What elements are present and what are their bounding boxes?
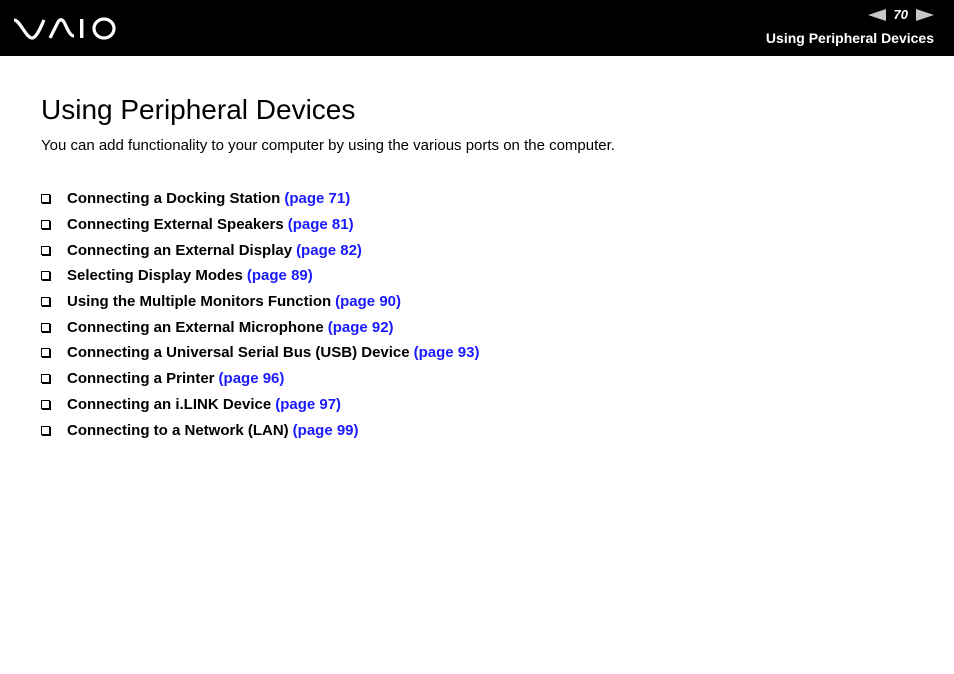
checkbox-bullet-icon bbox=[41, 220, 50, 230]
item-label: Connecting a Universal Serial Bus (USB) … bbox=[67, 344, 410, 362]
checkbox-bullet-icon bbox=[41, 271, 50, 281]
page-number: 70 bbox=[893, 7, 908, 22]
item-label: Connecting an External Microphone bbox=[67, 318, 324, 336]
page-link[interactable]: (page 81) bbox=[288, 216, 354, 233]
item-label: Connecting to a Network (LAN) bbox=[67, 421, 289, 439]
item-label: Using the Multiple Monitors Function bbox=[67, 293, 332, 311]
page-link[interactable]: (page 93) bbox=[414, 344, 480, 361]
vaio-logo bbox=[13, 17, 116, 40]
checkbox-bullet-icon bbox=[41, 399, 50, 409]
header-bar: 70 Using Peripheral Devices bbox=[0, 0, 954, 56]
page-link[interactable]: (page 99) bbox=[293, 422, 359, 439]
list-item: Connecting a Docking Station (page 71) bbox=[41, 186, 479, 212]
checkbox-bullet-icon bbox=[41, 245, 50, 255]
item-label: Selecting Display Modes bbox=[67, 267, 243, 285]
section-title: Using Peripheral Devices bbox=[765, 30, 934, 46]
page-link[interactable]: (page 82) bbox=[296, 242, 362, 259]
page-link[interactable]: (page 71) bbox=[284, 190, 350, 207]
page-title: Using Peripheral Devices bbox=[41, 94, 356, 125]
list-item: Connecting a Universal Serial Bus (USB) … bbox=[41, 340, 479, 366]
prev-page-icon[interactable] bbox=[867, 8, 886, 21]
item-label: Connecting External Speakers bbox=[67, 216, 284, 234]
item-label: Connecting an External Display bbox=[67, 241, 293, 259]
checkbox-bullet-icon bbox=[41, 374, 50, 384]
list-item: Connecting a Printer (page 96) bbox=[41, 366, 479, 392]
checkbox-bullet-icon bbox=[41, 297, 50, 307]
list-item: Selecting Display Modes (page 89) bbox=[41, 263, 479, 289]
item-label: Connecting a Printer bbox=[67, 370, 215, 388]
page-link[interactable]: (page 97) bbox=[275, 396, 341, 413]
list-item: Connecting to a Network (LAN) (page 99) bbox=[41, 417, 479, 443]
list-item: Using the Multiple Monitors Function (pag… bbox=[41, 289, 479, 315]
page-link[interactable]: (page 90) bbox=[335, 293, 401, 310]
checkbox-bullet-icon bbox=[41, 425, 50, 435]
list-item: Connecting an External Microphone (page 9… bbox=[41, 314, 479, 340]
page-link[interactable]: (page 89) bbox=[247, 267, 313, 284]
item-label: Connecting a Docking Station bbox=[67, 190, 281, 208]
page-link[interactable]: (page 92) bbox=[328, 319, 394, 336]
checkbox-bullet-icon bbox=[41, 348, 50, 358]
item-label: Connecting an i.LINK Device bbox=[67, 395, 272, 413]
list-item: Connecting an i.LINK Device (page 97) bbox=[41, 392, 479, 418]
checkbox-bullet-icon bbox=[41, 322, 50, 332]
page-nav: 70 bbox=[867, 7, 934, 22]
list-item: Connecting External Speakers (page 81) bbox=[41, 212, 479, 238]
intro-text: You can add functionality to your comput… bbox=[41, 137, 615, 154]
next-page-icon[interactable] bbox=[916, 8, 934, 21]
page-link[interactable]: (page 96) bbox=[219, 370, 285, 387]
checkbox-bullet-icon bbox=[41, 194, 50, 204]
list-item: Connecting an External Display (page 82) bbox=[41, 237, 479, 263]
topic-list: Connecting a Docking Station (page 71) Con… bbox=[41, 186, 479, 443]
